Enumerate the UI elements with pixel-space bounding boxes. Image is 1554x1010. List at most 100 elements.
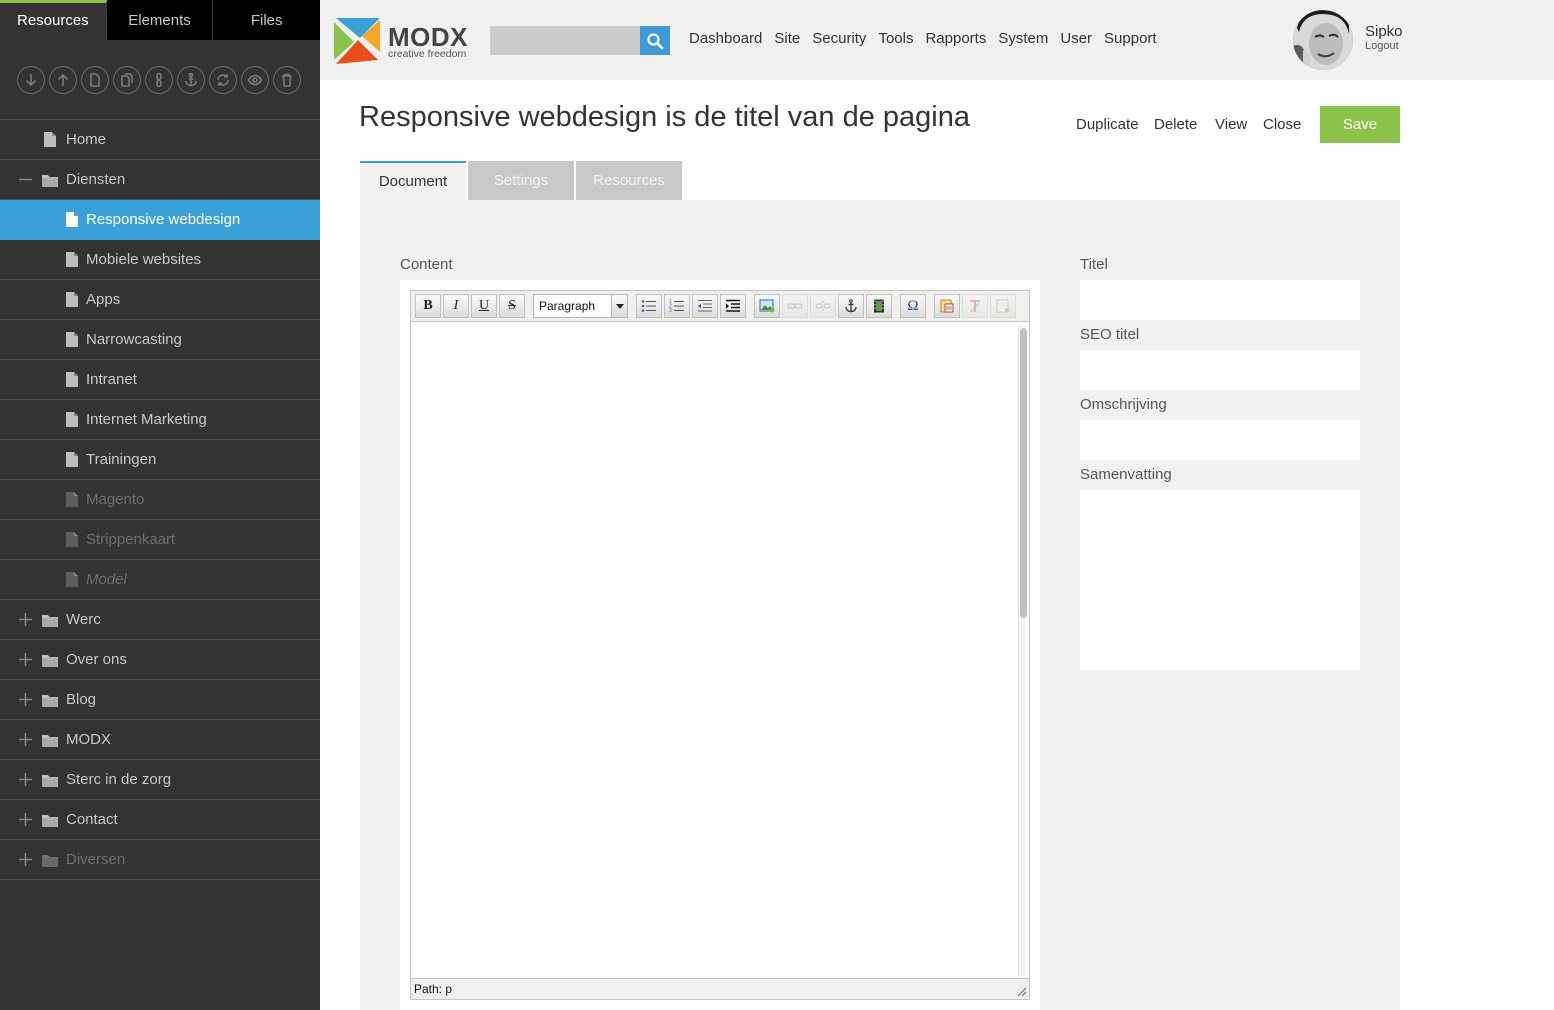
tree-folder[interactable]: Contact [0,800,320,840]
nav-user[interactable]: User [1060,30,1092,47]
nav-site[interactable]: Site [774,30,800,47]
tree-item-label: Home [66,131,107,148]
tree-document[interactable]: Strippenkaart [0,520,320,560]
tree-folder[interactable]: Sterc in de zorg [0,760,320,800]
download-icon[interactable] [17,65,45,94]
top-header: MODX creative freedom Dashboard Site Sec… [320,0,1554,80]
nav-support[interactable]: Support [1104,30,1157,47]
underline-button[interactable]: U [471,294,497,318]
bullet-list-icon [641,300,656,312]
samenvatting-textarea[interactable] [1080,490,1360,670]
insert-link-button[interactable] [782,294,808,318]
avatar-photo [1293,10,1353,70]
tab-resources-sidebar[interactable]: Resources [0,0,107,40]
tree-document[interactable]: Model [0,560,320,600]
tree-document[interactable]: Home [0,120,320,160]
tree-folder[interactable]: Werc [0,600,320,640]
trash-icon[interactable] [273,65,301,94]
tab-resources[interactable]: Resources [576,161,682,200]
delete-button[interactable]: Delete [1154,116,1197,133]
tree-folder[interactable]: Diversen [0,840,320,880]
weblink-icon[interactable] [145,65,173,94]
nav-tools[interactable]: Tools [878,30,913,47]
tree-document[interactable]: Apps [0,280,320,320]
tab-files-sidebar[interactable]: Files [213,0,321,40]
insert-media-button[interactable] [866,294,892,318]
paste-from-word-button[interactable] [934,294,960,318]
insert-image-button[interactable] [754,294,780,318]
tree-folder[interactable]: Diensten [0,160,320,200]
strikethrough-button[interactable]: S [499,294,525,318]
nav-security[interactable]: Security [812,30,866,47]
titel-input[interactable] [1080,280,1360,320]
user-avatar[interactable] [1293,10,1353,70]
italic-button[interactable]: I [443,294,469,318]
unlink-button[interactable] [810,294,836,318]
nav-dashboard[interactable]: Dashboard [689,30,762,47]
upload-icon[interactable] [49,65,77,94]
format-select[interactable]: Paragraph [533,294,628,318]
seo-titel-input[interactable] [1080,350,1360,390]
logout-link[interactable]: Logout [1365,40,1399,52]
tab-settings[interactable]: Settings [468,161,574,200]
view-button[interactable]: View [1215,116,1247,133]
anchor-icon[interactable] [177,65,205,94]
expand-icon[interactable] [19,613,32,626]
tree-folder[interactable]: Blog [0,680,320,720]
tree-toolbar [0,40,320,120]
modx-logo[interactable]: MODX creative freedom [332,16,472,68]
tree-document[interactable]: Magento [0,480,320,520]
save-button[interactable]: Save [1320,106,1400,143]
anchor-button[interactable] [838,294,864,318]
tree-document[interactable]: Intranet [0,360,320,400]
tree-item-label: Internet Marketing [86,411,207,428]
username: Sipko [1365,23,1403,40]
close-button[interactable]: Close [1263,116,1301,133]
collapse-icon[interactable] [19,173,32,186]
tree-item-label: Narrowcasting [86,331,182,348]
search-button[interactable] [640,26,670,55]
tree-folder[interactable]: MODX [0,720,320,760]
duplicate-button[interactable]: Duplicate [1076,116,1139,133]
tree-document[interactable]: Responsive webdesign [0,200,320,240]
tree-folder[interactable]: Over ons [0,640,320,680]
expand-icon[interactable] [19,693,32,706]
source-code-button[interactable] [990,294,1016,318]
tree-document[interactable]: Mobiele websites [0,240,320,280]
preview-icon[interactable] [241,65,269,94]
tree-item-label: Diversen [66,851,126,868]
tree-document[interactable]: Internet Marketing [0,400,320,440]
omschrijving-input[interactable] [1080,420,1360,460]
editor-scrollbar-thumb[interactable] [1020,328,1027,618]
indent-button[interactable] [720,294,746,318]
expand-icon[interactable] [19,653,32,666]
nav-system[interactable]: System [998,30,1048,47]
bullet-list-button[interactable] [636,294,662,318]
copy-document-icon[interactable] [113,65,141,94]
logo-tagline: creative freedom [388,48,467,60]
new-document-icon[interactable] [81,65,109,94]
expand-icon[interactable] [19,733,32,746]
editor-scrollbar[interactable] [1018,326,1027,976]
refresh-icon[interactable] [209,65,237,94]
search-input[interactable] [490,26,640,55]
editor-content-area[interactable] [411,321,1029,979]
tab-elements-sidebar[interactable]: Elements [106,0,214,40]
code-icon [996,299,1010,313]
outdent-button[interactable] [692,294,718,318]
tab-document[interactable]: Document [360,161,466,200]
special-character-button[interactable]: Ω [900,294,926,318]
tree-document[interactable]: Narrowcasting [0,320,320,360]
cleanup-button[interactable] [962,294,988,318]
search-icon [647,32,664,49]
numbered-list-button[interactable]: 123 [664,294,690,318]
resize-handle-icon[interactable] [1017,987,1027,997]
expand-icon[interactable] [19,773,32,786]
nav-rapports[interactable]: Rapports [925,30,986,47]
page-title: Responsive webdesign is de titel van de … [359,101,971,133]
expand-icon[interactable] [19,853,32,866]
expand-icon[interactable] [19,813,32,826]
bold-button[interactable]: B [415,294,441,318]
resource-sidebar: Resources Elements Files Home Diensten Res… [0,0,321,1010]
tree-document[interactable]: Trainingen [0,440,320,480]
